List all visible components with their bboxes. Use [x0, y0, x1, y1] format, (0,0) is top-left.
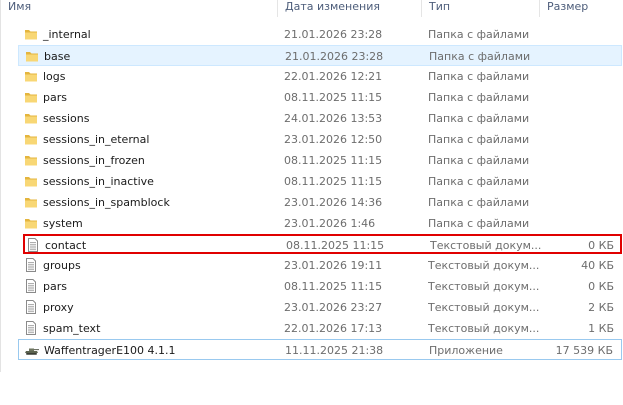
- file-name: pars: [43, 91, 67, 104]
- column-header-type[interactable]: Тип: [421, 0, 539, 17]
- folder-row[interactable]: sessions_in_eternal 23.01.2026 12:50 Папка…: [18, 129, 622, 150]
- modified-date: 08.11.2025 11:15: [284, 91, 383, 104]
- modified-date: 23.01.2026 23:27: [284, 301, 383, 314]
- file-name: _internal: [43, 28, 91, 41]
- file-name: sessions_in_eternal: [43, 133, 150, 146]
- modified-date: 24.01.2026 13:53: [284, 112, 383, 125]
- text-file-icon: [24, 258, 38, 272]
- file-type: Приложение: [429, 344, 503, 357]
- file-name: logs: [43, 70, 66, 83]
- folder-icon: [24, 27, 38, 41]
- file-type: Текстовый докум...: [428, 280, 540, 293]
- file-type: Папка с файлами: [429, 50, 531, 63]
- modified-date: 23.01.2026 12:50: [284, 133, 383, 146]
- file-name: system: [43, 217, 83, 230]
- modified-date: 08.11.2025 11:15: [286, 239, 385, 252]
- file-name: base: [44, 50, 71, 63]
- file-type: Папка с файлами: [428, 175, 530, 188]
- file-size: 0 КБ: [588, 280, 614, 293]
- modified-date: 08.11.2025 11:15: [284, 280, 383, 293]
- file-size: 17 539 КБ: [555, 344, 613, 357]
- text-file-icon: [26, 238, 40, 252]
- modified-date: 22.01.2026 12:21: [284, 70, 383, 83]
- file-name: sessions_in_frozen: [43, 154, 145, 167]
- folder-row[interactable]: base 21.01.2026 23:28 Папка с файлами: [18, 45, 622, 66]
- modified-date: 21.01.2026 23:28: [284, 28, 383, 41]
- column-header-date[interactable]: Дата изменения: [277, 0, 421, 17]
- folder-row[interactable]: pars 08.11.2025 11:15 Папка с файлами: [18, 87, 622, 108]
- file-size: 0 КБ: [588, 239, 614, 252]
- file-name: groups: [43, 259, 81, 272]
- modified-date: 08.11.2025 11:15: [284, 175, 383, 188]
- application-row[interactable]: WaffentragerE100 4.1.1 11.11.2025 21:38 Пр…: [18, 339, 622, 360]
- file-name: WaffentragerE100 4.1.1: [44, 344, 176, 357]
- folder-icon: [24, 216, 38, 230]
- folder-row[interactable]: sessions_in_frozen 08.11.2025 11:15 Папка …: [18, 150, 622, 171]
- folder-icon: [24, 132, 38, 146]
- modified-date: 08.11.2025 11:15: [284, 154, 383, 167]
- modified-date: 21.01.2026 23:28: [285, 50, 384, 63]
- folder-row[interactable]: _internal 21.01.2026 23:28 Папка с файлами: [18, 24, 622, 45]
- folder-icon: [24, 153, 38, 167]
- text-file-icon: [24, 279, 38, 293]
- column-header-bar: Имя Дата изменения Тип Размер: [0, 0, 623, 17]
- folder-icon: [24, 195, 38, 209]
- file-type: Папка с файлами: [428, 154, 530, 167]
- file-type: Папка с файлами: [428, 196, 530, 209]
- file-row[interactable]: groups 23.01.2026 19:11 Текстовый докум...…: [18, 255, 622, 276]
- file-row[interactable]: pars 08.11.2025 11:15 Текстовый докум... 0 …: [18, 276, 622, 297]
- file-type: Папка с файлами: [428, 70, 530, 83]
- modified-date: 22.01.2026 17:13: [284, 322, 383, 335]
- file-row[interactable]: contact 08.11.2025 11:15 Текстовый докум..…: [23, 234, 622, 254]
- folder-icon: [25, 49, 39, 63]
- modified-date: 11.11.2025 21:38: [285, 344, 384, 357]
- file-type: Текстовый докум...: [428, 259, 540, 272]
- file-type: Текстовый докум...: [430, 239, 542, 252]
- folder-row[interactable]: sessions_in_spamblock 23.01.2026 14:36 Пап…: [18, 192, 622, 213]
- file-type: Папка с файлами: [428, 28, 530, 41]
- file-name: pars: [43, 280, 67, 293]
- text-file-icon: [24, 300, 38, 314]
- folder-icon: [24, 69, 38, 83]
- file-list-view: Имя Дата изменения Тип Размер _internal 2…: [0, 0, 623, 405]
- tank-app-icon: [25, 343, 39, 357]
- column-header-name[interactable]: Имя: [0, 0, 277, 17]
- file-name: sessions_in_spamblock: [43, 196, 170, 209]
- folder-row[interactable]: logs 22.01.2026 12:21 Папка с файлами: [18, 66, 622, 87]
- file-name: sessions: [43, 112, 90, 125]
- file-type: Папка с файлами: [428, 112, 530, 125]
- file-name: spam_text: [43, 322, 101, 335]
- file-name: sessions_in_inactive: [43, 175, 154, 188]
- file-type: Папка с файлами: [428, 217, 530, 230]
- folder-icon: [24, 111, 38, 125]
- file-size: 1 КБ: [588, 322, 614, 335]
- file-name: proxy: [43, 301, 74, 314]
- folder-icon: [24, 90, 38, 104]
- file-size: 2 КБ: [588, 301, 614, 314]
- pane-edge: [0, 0, 1, 372]
- modified-date: 23.01.2026 1:46: [284, 217, 376, 230]
- text-file-icon: [24, 321, 38, 335]
- file-name: contact: [45, 239, 87, 252]
- modified-date: 23.01.2026 19:11: [284, 259, 383, 272]
- modified-date: 23.01.2026 14:36: [284, 196, 383, 209]
- folder-row[interactable]: sessions_in_inactive 08.11.2025 11:15 Папк…: [18, 171, 622, 192]
- file-type: Текстовый докум...: [428, 322, 540, 335]
- folder-icon: [24, 174, 38, 188]
- file-type: Папка с файлами: [428, 91, 530, 104]
- file-size: 40 КБ: [581, 259, 614, 272]
- file-type: Папка с файлами: [428, 133, 530, 146]
- folder-row[interactable]: system 23.01.2026 1:46 Папка с файлами: [18, 213, 622, 234]
- folder-row[interactable]: sessions 24.01.2026 13:53 Папка с файлами: [18, 108, 622, 129]
- file-row[interactable]: spam_text 22.01.2026 17:13 Текстовый докум…: [18, 318, 622, 339]
- column-header-size[interactable]: Размер: [539, 0, 623, 17]
- file-type: Текстовый докум...: [428, 301, 540, 314]
- file-row[interactable]: proxy 23.01.2026 23:27 Текстовый докум... 2…: [18, 297, 622, 318]
